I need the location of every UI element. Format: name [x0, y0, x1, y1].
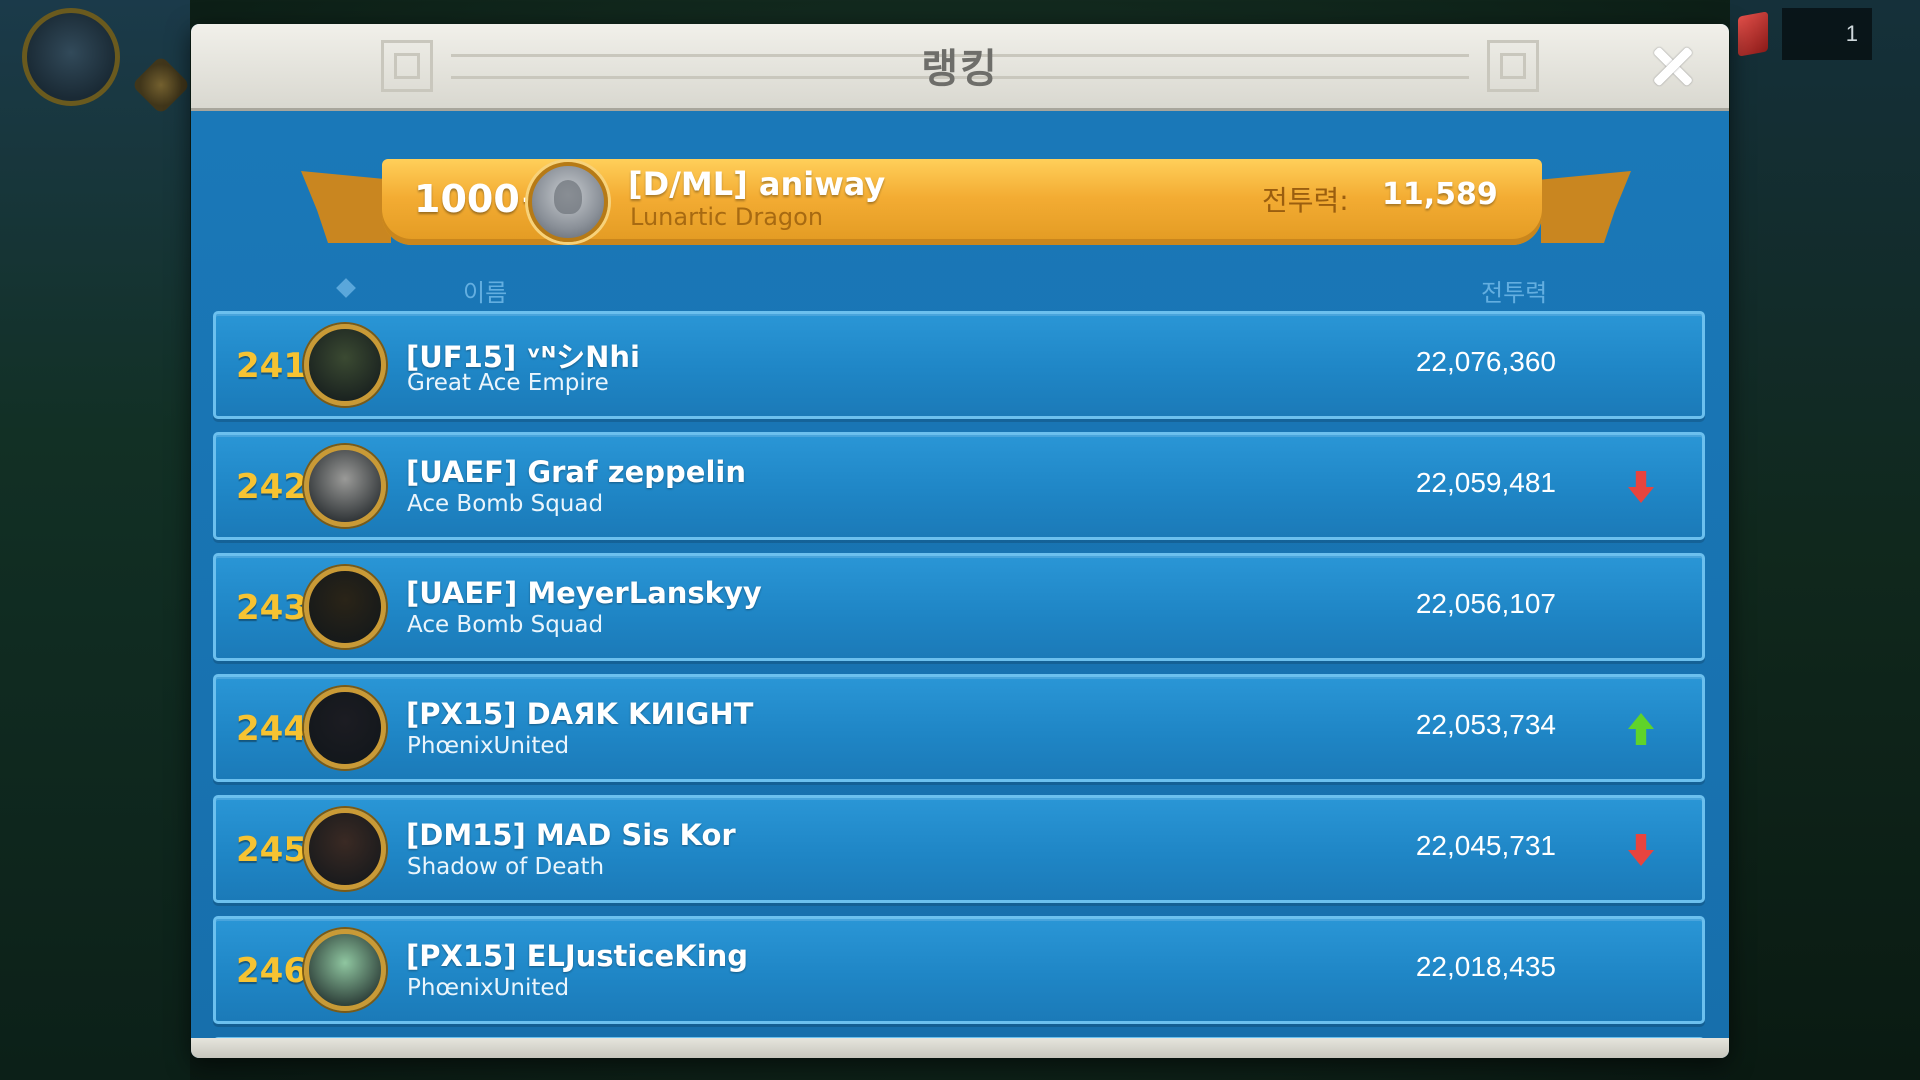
- player-avatar: [304, 808, 386, 890]
- ribbon-tail-right: [1541, 171, 1631, 243]
- ranking-row[interactable]: 244 [PX15] DAЯK KИIGHT PhœnixUnited 22,0…: [213, 674, 1705, 782]
- player-power: 22,053,734: [1415, 709, 1556, 740]
- row-rank: 245: [236, 830, 307, 870]
- background-right: [1730, 0, 1920, 1080]
- diamond-icon: [336, 278, 356, 298]
- row-rank: 244: [236, 709, 307, 749]
- my-alliance-name: Lunartic Dragon: [630, 203, 824, 231]
- ranking-row[interactable]: 246 [PX15] ELJusticeKing PhœnixUnited 22…: [213, 916, 1705, 1024]
- player-name: [PX15] ELJusticeKing: [406, 939, 749, 973]
- alliance-name: Ace Bomb Squad: [407, 491, 604, 517]
- ranking-dialog: 랭킹 1000+ [D/ML] aniway Lunartic Dragon 전…: [191, 24, 1729, 1058]
- dialog-header: 랭킹: [191, 24, 1729, 111]
- ranking-row[interactable]: 242 [UAEF] Graf zeppelin Ace Bomb Squad …: [213, 432, 1705, 540]
- player-power: 22,076,360: [1415, 346, 1556, 377]
- background-left: [0, 0, 190, 1080]
- alliance-name: PhœnixUnited: [407, 733, 570, 759]
- ranking-row[interactable]: 243 [UAEF] MeyerLanskyy Ace Bomb Squad 2…: [213, 553, 1705, 661]
- player-name: [PX15] DAЯK KИIGHT: [406, 697, 754, 731]
- dialog-title: 랭킹: [921, 46, 999, 92]
- player-avatar: [304, 929, 386, 1011]
- row-rank: 243: [236, 588, 307, 628]
- my-power-value: 11,589: [1382, 177, 1498, 212]
- ranking-body: 1000+ [D/ML] aniway Lunartic Dragon 전투력:…: [191, 111, 1729, 1058]
- hud-player-avatar[interactable]: [22, 8, 120, 106]
- row-rank: 242: [236, 467, 307, 507]
- ranking-row[interactable]: 245 [DM15] MAD Sis Kor Shadow of Death 2…: [213, 795, 1705, 903]
- player-avatar: [304, 445, 386, 527]
- player-power: 22,056,107: [1415, 588, 1556, 619]
- gem-count: 1: [1782, 8, 1872, 60]
- player-power: 22,018,435: [1415, 951, 1556, 982]
- close-icon[interactable]: [1645, 38, 1701, 94]
- arrow-up-icon: [1628, 713, 1654, 745]
- column-header-name: 이름: [463, 279, 508, 307]
- row-rank: 241: [236, 346, 307, 386]
- ranking-row[interactable]: 241 [UF15] ᵛᴺシNhi Great Ace Empire 22,07…: [213, 311, 1705, 419]
- arrow-down-icon: [1628, 834, 1654, 866]
- player-power: 22,059,481: [1415, 467, 1556, 498]
- my-avatar: [528, 162, 608, 242]
- dialog-footer: [191, 1038, 1729, 1058]
- player-name: [UAEF] Graf zeppelin: [406, 455, 746, 489]
- my-rank-banner[interactable]: 1000+ [D/ML] aniway Lunartic Dragon 전투력:…: [382, 159, 1542, 245]
- alliance-name: Shadow of Death: [407, 854, 605, 880]
- player-name: [DM15] MAD Sis Kor: [406, 818, 736, 852]
- player-avatar: [304, 566, 386, 648]
- my-player-name: [D/ML] aniway: [628, 165, 886, 203]
- alliance-name: Ace Bomb Squad: [407, 612, 604, 638]
- row-rank: 246: [236, 951, 307, 991]
- player-avatar: [304, 687, 386, 769]
- column-headers: 이름 전투력: [191, 271, 1729, 311]
- my-power-label: 전투력:: [1262, 184, 1349, 217]
- player-name: [UAEF] MeyerLanskyy: [406, 576, 762, 610]
- player-avatar: [304, 324, 386, 406]
- alliance-name: Great Ace Empire: [407, 370, 609, 396]
- gem-icon: [1738, 11, 1768, 57]
- arrow-down-icon: [1628, 471, 1654, 503]
- ribbon-tail-left: [301, 171, 391, 243]
- alliance-name: PhœnixUnited: [407, 975, 570, 1001]
- column-header-power: 전투력: [1481, 279, 1548, 307]
- player-power: 22,045,731: [1415, 830, 1556, 861]
